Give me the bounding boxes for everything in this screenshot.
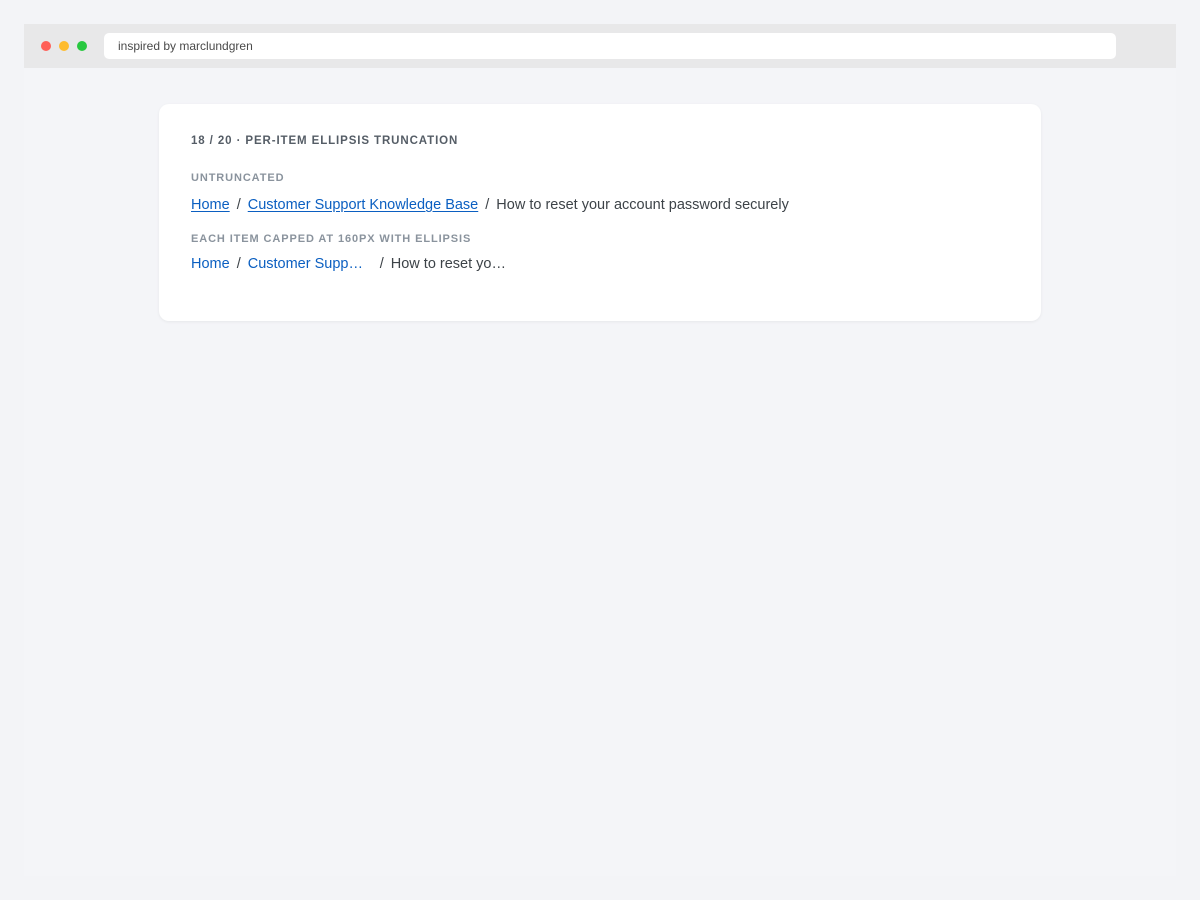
breadcrumb-separator: / — [236, 197, 241, 213]
address-bar[interactable]: inspired by marclundgren — [104, 33, 1116, 59]
card-title: 18 / 20 · PER-ITEM ELLIPSIS TRUNCATION — [191, 135, 459, 147]
breadcrumb-separator: / — [236, 256, 241, 272]
breadcrumb-separator: / — [485, 197, 490, 213]
close-window-icon[interactable] — [41, 41, 51, 51]
minimize-window-icon[interactable] — [59, 41, 69, 51]
breadcrumb-truncated: Home / Customer Support Knowledge Base /… — [191, 254, 513, 274]
section-label-untruncated: UNTRUNCATED — [191, 172, 285, 184]
breadcrumb-separator: / — [379, 256, 384, 272]
breadcrumb-current-page: How to reset your account password secur… — [496, 197, 789, 213]
breadcrumb-home-link[interactable]: Home — [191, 254, 230, 274]
browser-titlebar: inspired by marclundgren — [24, 24, 1176, 68]
maximize-window-icon[interactable] — [77, 41, 87, 51]
breadcrumb-knowledge-base-link[interactable]: Customer Support Knowledge Base — [248, 195, 479, 215]
breadcrumb-knowledge-base-link-truncated[interactable]: Customer Support Knowledge Base — [248, 254, 370, 274]
breadcrumb-untruncated: Home / Customer Support Knowledge Base /… — [191, 195, 789, 215]
breadcrumb-home-link[interactable]: Home — [191, 195, 230, 215]
browser-window: inspired by marclundgren 18 / 20 · PER-I… — [24, 24, 1176, 876]
breadcrumb-current-page-truncated: How to reset your account password secur… — [390, 256, 513, 272]
section-label-truncated: EACH ITEM CAPPED AT 160PX WITH ELLIPSIS — [191, 233, 472, 245]
breadcrumb-demo-card: 18 / 20 · PER-ITEM ELLIPSIS TRUNCATION U… — [159, 104, 1041, 321]
